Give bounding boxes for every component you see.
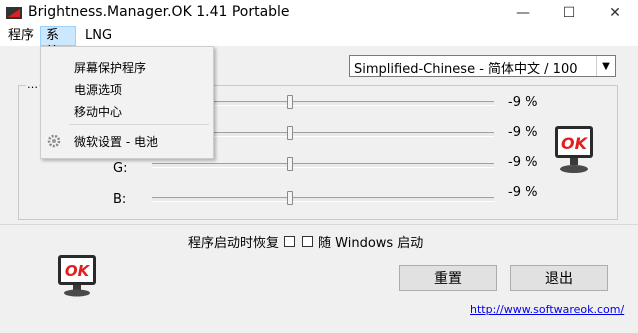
slider-track-g[interactable]	[152, 163, 494, 168]
menu-system[interactable]: 系统	[40, 26, 76, 60]
menu-item-power-options[interactable]: 电源选项	[74, 81, 122, 98]
section-divider	[0, 224, 638, 225]
maximize-button[interactable]: ☐	[546, 0, 592, 26]
slider-thumb-b[interactable]	[287, 191, 293, 205]
menu-item-battery-settings[interactable]: 微软设置 - 电池	[74, 133, 158, 150]
restore-row: 程序启动时恢复 随 Windows 启动	[188, 232, 423, 251]
menu-separator	[69, 124, 209, 125]
dropdown-arrow-icon[interactable]: ▼	[596, 56, 615, 76]
slider-label-b: B:	[113, 192, 127, 207]
minimize-button[interactable]: —	[500, 0, 546, 26]
system-menu-dropdown: 屏幕保护程序 电源选项 移动中心 微软设置 - 电池	[40, 46, 214, 159]
website-link[interactable]: http://www.softwareok.com/	[470, 303, 624, 316]
menu-lng[interactable]: LNG	[80, 26, 117, 46]
group-title: …	[26, 78, 39, 91]
title-bar: Brightness.Manager.OK 1.41 Portable — ☐ …	[0, 0, 638, 26]
menu-item-mobility-center[interactable]: 移动中心	[74, 103, 122, 120]
exit-button[interactable]: 退出	[510, 265, 608, 291]
ok-monitor-logo: OK	[555, 126, 593, 173]
ok-logo-bottom-text: OK	[65, 262, 91, 280]
gear-icon	[47, 134, 61, 148]
slider-track-b[interactable]	[152, 197, 494, 202]
menu-program[interactable]: 程序	[3, 26, 39, 46]
slider-value-2: -9 %	[508, 125, 538, 140]
slider-value-g: -9 %	[508, 155, 538, 170]
ok-logo-bottom: OK	[58, 255, 96, 297]
slider-thumb-1[interactable]	[287, 95, 293, 109]
start-with-windows-checkbox[interactable]	[302, 236, 314, 247]
slider-thumb-g[interactable]	[287, 157, 293, 171]
window-title: Brightness.Manager.OK 1.41 Portable	[28, 4, 290, 20]
start-with-windows-label: 随 Windows 启动	[318, 236, 424, 251]
slider-value-1: -9 %	[508, 95, 538, 110]
restore-on-start-checkbox[interactable]	[284, 236, 296, 247]
slider-label-g: G:	[113, 161, 128, 176]
menu-item-screensaver[interactable]: 屏幕保护程序	[74, 59, 146, 76]
menu-bar: 程序 系统 LNG	[0, 26, 638, 60]
ok-logo-text: OK	[561, 134, 589, 153]
reset-button[interactable]: 重置	[399, 265, 497, 291]
language-selected-value: Simplified-Chinese - 简体中文 / 100	[354, 62, 578, 77]
app-icon	[6, 7, 22, 19]
slider-thumb-2[interactable]	[287, 126, 293, 140]
restore-on-start-label: 程序启动时恢复	[188, 236, 280, 251]
close-button[interactable]: ✕	[592, 0, 638, 26]
slider-value-b: -9 %	[508, 185, 538, 200]
language-select[interactable]: Simplified-Chinese - 简体中文 / 100 ▼	[349, 55, 616, 77]
